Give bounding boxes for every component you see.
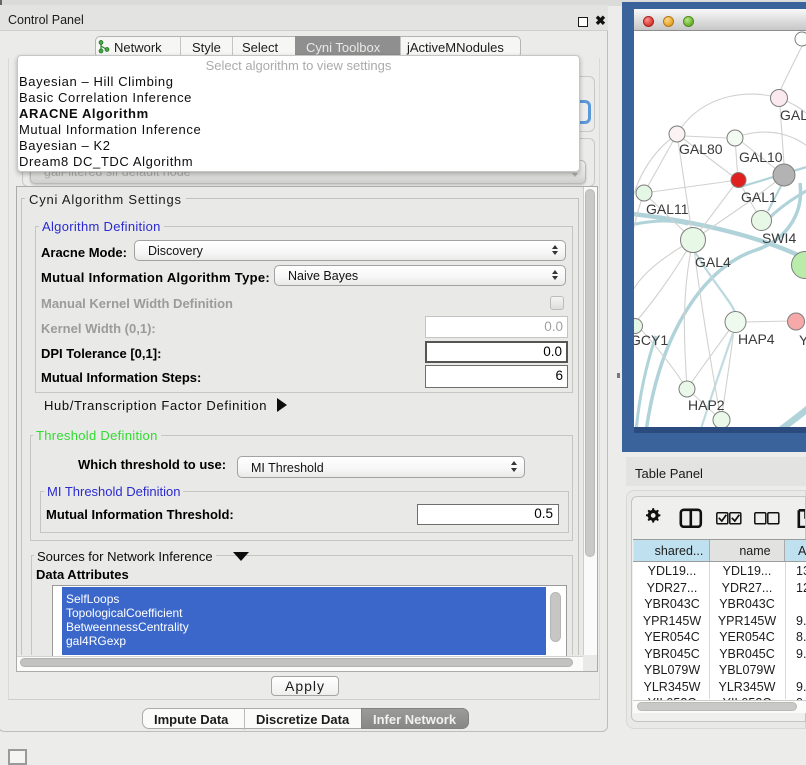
svg-text:GCY1: GCY1: [634, 332, 668, 348]
svg-text:GAL80: GAL80: [679, 141, 723, 157]
svg-text:GAL1: GAL1: [741, 189, 777, 205]
svg-text:HAP2: HAP2: [688, 397, 725, 413]
svg-text:GAL7: GAL7: [780, 107, 806, 123]
svg-text:YJ: YJ: [799, 332, 806, 348]
svg-text:SWI4: SWI4: [762, 230, 796, 246]
svg-text:HAP4: HAP4: [738, 331, 775, 347]
svg-text:GAL10: GAL10: [739, 149, 783, 165]
svg-text:GAL4: GAL4: [695, 254, 731, 270]
svg-text:GAL11: GAL11: [646, 201, 689, 217]
